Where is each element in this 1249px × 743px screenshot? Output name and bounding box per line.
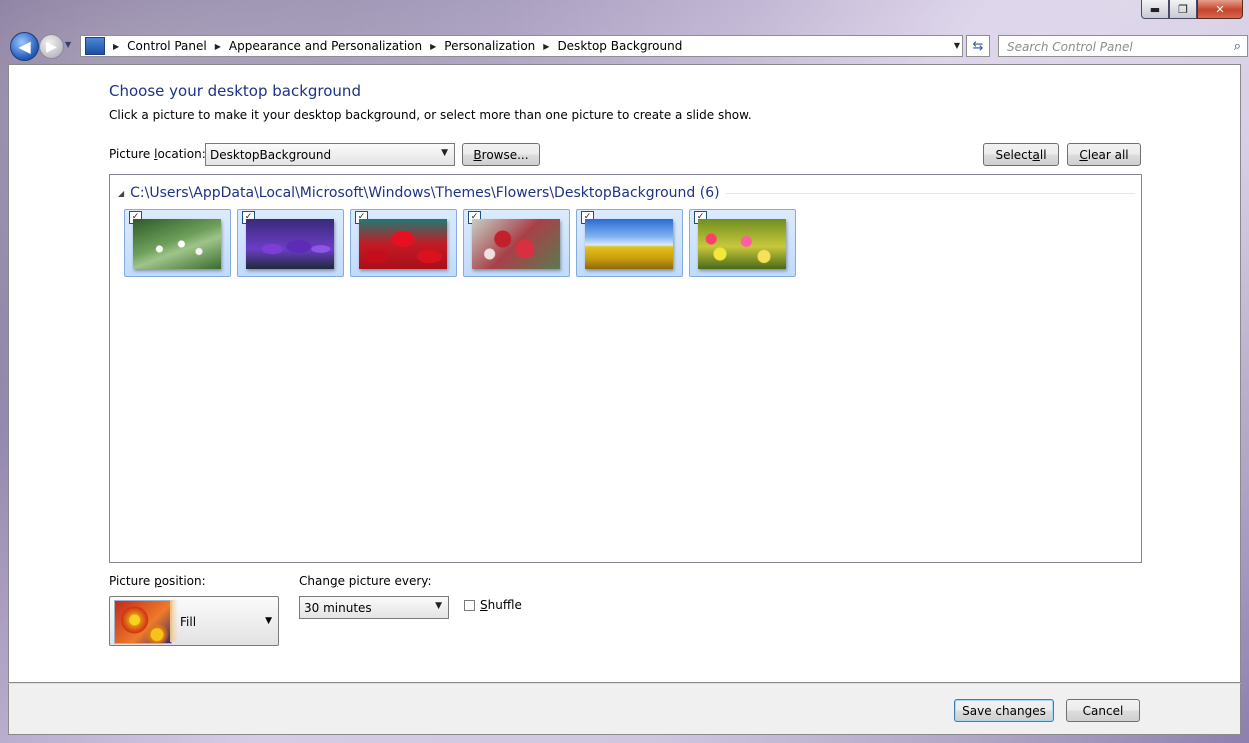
daisies-image (133, 219, 221, 269)
wildflowers-image (698, 219, 786, 269)
clear-all-button[interactable]: Clear all (1067, 143, 1141, 166)
page-title: Choose your desktop background (109, 82, 361, 100)
content-area: Choose your desktop background Click a p… (8, 64, 1241, 683)
thumbnail-red-tulips[interactable]: ✓ (350, 209, 457, 277)
address-dropdown-icon[interactable]: ▼ (954, 41, 960, 50)
picture-position-value: Fill (180, 615, 197, 629)
breadcrumb: ▶ Control Panel ▶ Appearance and Persona… (105, 36, 682, 56)
thumbnail-purple-crocuses[interactable]: ✓ (237, 209, 344, 277)
preview-fade (170, 600, 178, 642)
refresh-icon: ⇆ (972, 38, 984, 54)
shuffle-label: Shuffle (480, 598, 522, 612)
shuffle-checkbox-box[interactable] (464, 599, 475, 611)
command-bar: Save changes Cancel (8, 683, 1241, 735)
chevron-down-icon: ▼ (435, 601, 442, 611)
breadcrumb-personalization[interactable]: Personalization (444, 39, 535, 53)
crocuses-image (246, 219, 334, 269)
sunflower-field-image (585, 219, 673, 269)
picture-gallery[interactable]: ◢ C:\Users\AppData\Local\Microsoft\Windo… (109, 174, 1142, 563)
red-flowers-image (472, 219, 560, 269)
chevron-down-icon: ▼ (265, 616, 272, 626)
page-subtitle: Click a picture to make it your desktop … (109, 108, 752, 122)
breadcrumb-appearance[interactable]: Appearance and Personalization (229, 39, 422, 53)
back-arrow-icon: ◀ (18, 37, 31, 56)
cancel-button[interactable]: Cancel (1066, 699, 1140, 722)
chevron-right-icon[interactable]: ▶ (543, 42, 549, 51)
chevron-right-icon[interactable]: ▶ (215, 42, 221, 51)
position-preview-image (114, 600, 172, 644)
breadcrumb-desktop-background[interactable]: Desktop Background (557, 39, 682, 53)
group-heading-path: C:\Users\AppData\Local\Microsoft\Windows… (130, 185, 720, 201)
back-button[interactable]: ◀ (10, 32, 39, 61)
change-interval-value: 30 minutes (304, 600, 372, 615)
change-interval-dropdown[interactable]: 30 minutes ▼ (299, 596, 449, 619)
thumbnail-wildflowers[interactable]: ✓ (689, 209, 796, 277)
control-panel-icon (85, 37, 105, 55)
picture-location-value: DesktopBackground (210, 147, 332, 162)
group-divider (725, 192, 1135, 194)
change-picture-label: Change picture every: (299, 574, 432, 588)
forward-button[interactable]: ▶ (39, 34, 64, 59)
maximize-button[interactable]: ❐ (1169, 0, 1197, 19)
thumbnail-sunflower-field[interactable]: ✓ (576, 209, 683, 277)
thumbnail-list: ✓ ✓ ✓ ✓ ✓ ✓ (124, 209, 802, 277)
picture-position-dropdown[interactable]: Fill ▼ (109, 596, 279, 646)
search-box[interactable]: ⌕ (998, 35, 1248, 57)
collapse-triangle-icon[interactable]: ◢ (118, 189, 124, 198)
forward-arrow-icon: ▶ (46, 38, 57, 55)
picture-position-label: Picture position: (109, 574, 206, 588)
picture-location-label: Picture location: (109, 147, 206, 161)
thumbnail-white-daisies[interactable]: ✓ (124, 209, 231, 277)
close-button[interactable]: ✕ (1197, 0, 1243, 19)
search-icon[interactable]: ⌕ (1234, 39, 1241, 54)
save-changes-button[interactable]: Save changes (954, 699, 1054, 722)
shuffle-checkbox[interactable]: Shuffle (464, 598, 522, 612)
thumbnail-red-flower-cluster[interactable]: ✓ (463, 209, 570, 277)
navigation-bar: ◀ ▶ ▼ ▶ Control Panel ▶ Appearance and P… (8, 32, 1248, 61)
minimize-button[interactable]: ▬ (1141, 0, 1169, 19)
select-all-button[interactable]: Select a ll (983, 143, 1059, 166)
refresh-button[interactable]: ⇆ (966, 35, 990, 57)
group-header[interactable]: ◢ C:\Users\AppData\Local\Microsoft\Windo… (118, 184, 1135, 202)
caption-buttons: ▬ ❐ ✕ (1141, 0, 1243, 19)
breadcrumb-control-panel[interactable]: Control Panel (127, 39, 207, 53)
window-frame: ▬ ❐ ✕ ◀ ▶ ▼ ▶ Control Panel ▶ Appearance… (0, 0, 1249, 743)
picture-location-dropdown[interactable]: DesktopBackground ▼ (205, 143, 455, 166)
address-bar[interactable]: ▶ Control Panel ▶ Appearance and Persona… (80, 35, 963, 57)
search-input[interactable] (1005, 37, 1219, 57)
tulips-image (359, 219, 447, 269)
browse-button[interactable]: Browse... (462, 143, 540, 166)
recent-pages-dropdown-icon[interactable]: ▼ (65, 40, 75, 50)
chevron-down-icon: ▼ (441, 148, 448, 158)
chevron-right-icon[interactable]: ▶ (430, 42, 436, 51)
chevron-right-icon[interactable]: ▶ (113, 42, 119, 51)
